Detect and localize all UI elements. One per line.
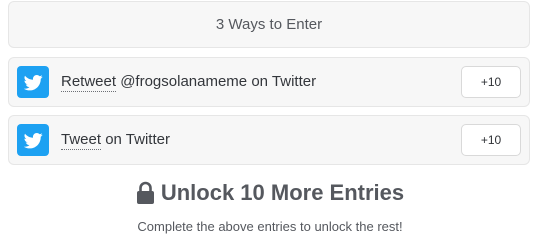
unlock-title-text: Unlock 10 More Entries: [160, 180, 405, 205]
entry-action-link[interactable]: Retweet: [61, 73, 117, 92]
entry-points-button[interactable]: +10: [461, 124, 521, 156]
entry-methods-header: 3 Ways to Enter: [8, 1, 530, 48]
entry-tweet[interactable]: Tweet on Twitter +10: [8, 115, 530, 165]
entry-retweet-label[interactable]: Retweet @frogsolanameme on Twitter: [61, 73, 317, 92]
entry-retweet[interactable]: Retweet @frogsolanameme on Twitter +10: [8, 57, 530, 107]
lock-icon: [136, 181, 155, 205]
entry-methods-title: 3 Ways to Enter: [215, 16, 323, 33]
twitter-icon: [17, 66, 49, 98]
entry-methods-widget: 3 Ways to Enter Retweet @frogsolanameme …: [0, 0, 540, 248]
entry-target-text: @frogsolanameme on Twitter: [116, 73, 317, 90]
entry-tweet-label[interactable]: Tweet on Twitter: [61, 131, 170, 150]
entry-action-link[interactable]: Tweet: [61, 131, 102, 150]
unlock-heading: Unlock 10 More Entries: [0, 180, 540, 206]
twitter-icon: [17, 124, 49, 156]
unlock-subtitle: Complete the above entries to unlock the…: [137, 219, 403, 234]
entry-points-button[interactable]: +10: [461, 66, 521, 98]
entry-target-text: on Twitter: [101, 131, 170, 148]
